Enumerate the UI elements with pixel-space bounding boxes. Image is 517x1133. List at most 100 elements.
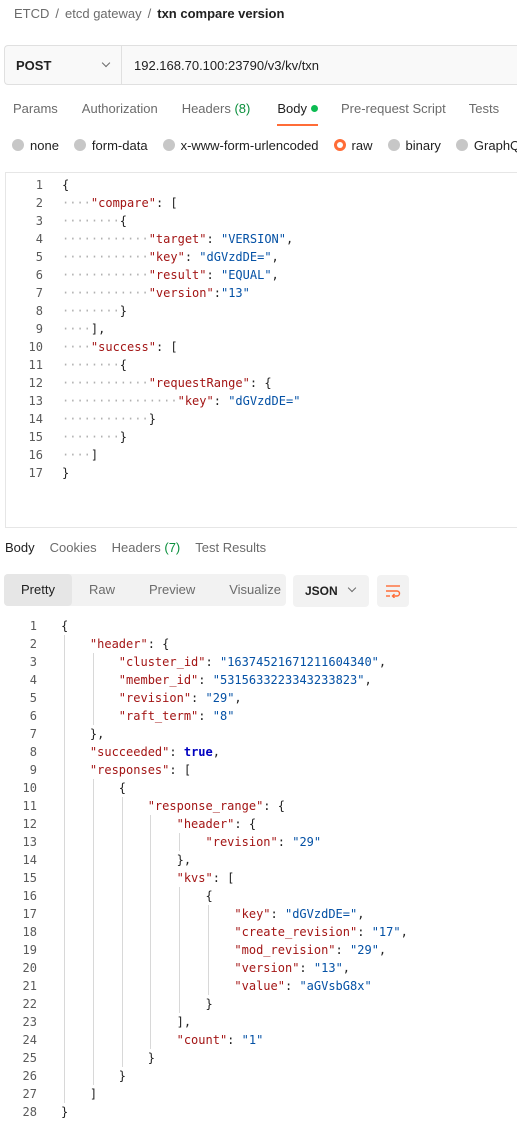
code-text: ········} (62, 428, 127, 446)
json-punct: } (118, 1069, 127, 1083)
code-text: "version": "13", (61, 959, 350, 977)
line-number: 2 (35, 196, 43, 210)
code-text: "value": "aGVsbG8x" (61, 977, 371, 995)
body-type-raw[interactable]: raw (333, 138, 373, 153)
code-line: 5 ············"key": "dGVzdDE=", (6, 248, 517, 266)
tab-cookies[interactable]: Cookies (50, 540, 97, 562)
body-type-graphql[interactable]: GraphQL (455, 138, 517, 153)
code-line: 9 ····], (6, 320, 517, 338)
method-select[interactable]: POST (5, 46, 122, 84)
code-text: }, (61, 851, 191, 869)
code-line: 2 "header": { (0, 635, 517, 653)
code-text: ············"result": "EQUAL", (62, 266, 279, 284)
code-line: 13 "revision": "29" (0, 833, 517, 851)
json-punct: : (147, 637, 155, 651)
code-line: 21 "value": "aGVsbG8x" (0, 977, 517, 995)
indent-guide (179, 833, 181, 851)
breadcrumb-folder[interactable]: etcd gateway (65, 6, 142, 21)
json-punct: [ (163, 340, 178, 354)
json-punct (364, 925, 371, 939)
code-text: "key": "dGVzdDE=", (61, 905, 364, 923)
view-mode-group: Pretty Raw Preview Visualize (4, 574, 286, 606)
json-punct (307, 961, 314, 975)
body-type-binary[interactable]: binary (387, 138, 441, 153)
tab-label: Body (277, 101, 307, 116)
request-body-editor[interactable]: 1{2 ····"compare": [3 ········{4 ··········… (5, 172, 517, 528)
url-input[interactable] (122, 46, 517, 84)
json-string: "dGVzdDE=" (284, 907, 358, 921)
code-text: { (62, 176, 69, 194)
tab-response-body[interactable]: Body (5, 540, 35, 562)
body-type-form-data[interactable]: form-data (73, 138, 148, 153)
json-punct: } (205, 997, 213, 1011)
code-line: 22 } (0, 995, 517, 1013)
tab-authorization[interactable]: Authorization (82, 96, 158, 126)
line-number: 2 (29, 637, 37, 651)
code-text: ····"success": [ (62, 338, 178, 356)
tab-body[interactable]: Body (277, 96, 318, 126)
json-punct (177, 745, 184, 759)
json-key: "compare" (90, 196, 156, 210)
breadcrumb-collection[interactable]: ETCD (14, 6, 49, 21)
json-punct: , (271, 250, 279, 264)
view-pretty-button[interactable]: Pretty (4, 574, 72, 606)
code-text: "create_revision": "17", (61, 923, 407, 941)
request-name[interactable]: txn compare version (157, 6, 284, 21)
json-string: "EQUAL" (220, 268, 272, 282)
tab-headers[interactable]: Headers (8) (182, 96, 251, 126)
code-text: ········} (62, 302, 127, 320)
json-key: "create_revision" (234, 925, 358, 939)
json-key: "header" (176, 817, 235, 831)
json-key: "key" (234, 907, 271, 921)
line-number: 19 (22, 943, 37, 957)
code-text: ········{ (62, 212, 127, 230)
json-punct: : (205, 655, 213, 669)
line-number: 24 (22, 1033, 37, 1047)
view-raw-button[interactable]: Raw (72, 574, 132, 606)
code-line: 12 "header": { (0, 815, 517, 833)
json-punct (213, 655, 220, 669)
code-text: } (61, 1049, 155, 1067)
body-type-none[interactable]: none (12, 138, 59, 153)
line-number: 3 (35, 214, 43, 228)
indent-whitespace: ···· (62, 340, 91, 354)
json-punct (234, 1033, 241, 1047)
json-punct: : (169, 745, 177, 759)
tab-response-headers[interactable]: Headers (7) (112, 540, 181, 562)
json-key: "succeeded" (89, 745, 170, 759)
json-punct: { (154, 637, 170, 651)
code-line: 10 ····"success": [ (6, 338, 517, 356)
line-number: 25 (22, 1051, 37, 1065)
json-key: "key" (177, 394, 214, 408)
indent-guide (179, 887, 181, 1013)
code-text: ············"key": "dGVzdDE=", (62, 248, 279, 266)
view-preview-button[interactable]: Preview (132, 574, 212, 606)
format-select[interactable]: JSON (293, 575, 369, 607)
json-key: "key" (148, 250, 185, 264)
tab-count: (8) (234, 101, 251, 116)
response-body-viewer[interactable]: 1{2 "header": {3 "cluster_id": "16374521… (0, 616, 517, 1133)
indent-whitespace: ···· (62, 196, 91, 210)
code-line: 11 ········{ (6, 356, 517, 374)
code-line: 23 ], (0, 1013, 517, 1031)
tab-label: Test Results (195, 540, 267, 555)
code-text: ················"key": "dGVzdDE=" (62, 392, 300, 410)
view-visualize-button[interactable]: Visualize (212, 574, 298, 606)
tab-pre-request-script[interactable]: Pre-request Script (341, 96, 446, 126)
json-key: "count" (176, 1033, 228, 1047)
body-type-label: none (30, 137, 59, 153)
tab-tests[interactable]: Tests (469, 96, 499, 126)
breadcrumb-separator: / (147, 5, 152, 21)
wrap-lines-button[interactable] (377, 575, 409, 607)
code-line: 13 ················"key": "dGVzdDE=" (6, 392, 517, 410)
json-string: "29" (350, 943, 379, 957)
tab-test-results[interactable]: Test Results (195, 540, 266, 562)
json-punct (198, 691, 205, 705)
tab-params[interactable]: Params (13, 96, 58, 126)
body-type-urlencoded[interactable]: x-www-form-urlencoded (162, 138, 319, 153)
